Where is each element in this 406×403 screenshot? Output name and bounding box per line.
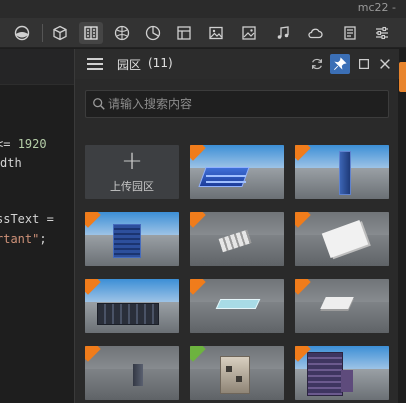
code-line: dth [0,156,22,170]
editor-tab-strip [0,49,80,85]
toolbar-divider [42,24,43,42]
code-token: rtant" [0,232,40,246]
search-icon [93,98,105,110]
code-editor[interactable]: <= 1920 dth ssText = rtant"; [0,49,80,403]
code-line: ssText = [0,212,54,226]
code-line: rtant"; [0,232,47,246]
park-tile-10[interactable] [190,346,284,400]
park-tile-11[interactable] [295,346,389,400]
pie-chart-icon[interactable] [141,22,165,44]
document-icon[interactable] [338,22,362,44]
park-tile-4[interactable] [190,212,284,266]
app-window: mc22 - = 1920 dth ssText = rtant"; 园区 (1… [0,0,406,403]
code-line: <= 1920 [0,137,47,151]
cube-icon[interactable] [48,22,72,44]
upload-park-button[interactable]: + 上传园区 [85,145,179,199]
window-title: mc22 - [357,1,396,14]
park-panel: 园区 (11) + 上传园区 [74,49,399,403]
globe-icon[interactable] [110,22,134,44]
park-tile-9[interactable] [85,346,179,400]
park-tile-2[interactable] [295,145,389,199]
code-token: dth [0,156,22,170]
search-box[interactable] [85,90,389,118]
park-tile-6[interactable] [85,279,179,333]
park-grid: + 上传园区 [85,145,389,403]
code-token: 1920 [17,137,47,151]
side-panel-handle[interactable] [399,62,406,92]
code-token: <= [0,137,11,151]
pin-icon[interactable] [330,54,350,74]
sliders-icon[interactable] [370,22,394,44]
search-input[interactable] [108,94,378,114]
layout-icon[interactable] [172,22,196,44]
park-tile-1[interactable] [190,145,284,199]
code-token: ssText = [0,212,54,226]
tile-ground [85,368,179,400]
refresh-icon[interactable] [307,54,327,74]
upload-label: 上传园区 [110,180,154,193]
park-tile-3[interactable] [85,212,179,266]
plus-icon: + [121,146,143,176]
code-token: ; [39,232,47,246]
maximize-icon[interactable] [354,54,374,74]
title-bar: mc22 - [0,0,406,18]
picture-icon[interactable] [237,22,261,44]
music-icon[interactable] [271,22,295,44]
building-icon[interactable] [79,22,103,44]
menu-icon[interactable] [87,56,103,72]
park-tile-7[interactable] [190,279,284,333]
park-tile-8[interactable] [295,279,389,333]
terrain-icon[interactable] [10,22,34,44]
cloud-icon[interactable] [303,22,327,44]
panel-header: 园区 (11) [75,49,399,79]
panel-title: 园区 [117,58,142,72]
close-icon[interactable] [375,54,395,74]
top-toolbar [0,18,406,48]
image-icon[interactable] [204,22,228,44]
panel-count: (11) [148,56,173,70]
park-tile-5[interactable] [295,212,389,266]
